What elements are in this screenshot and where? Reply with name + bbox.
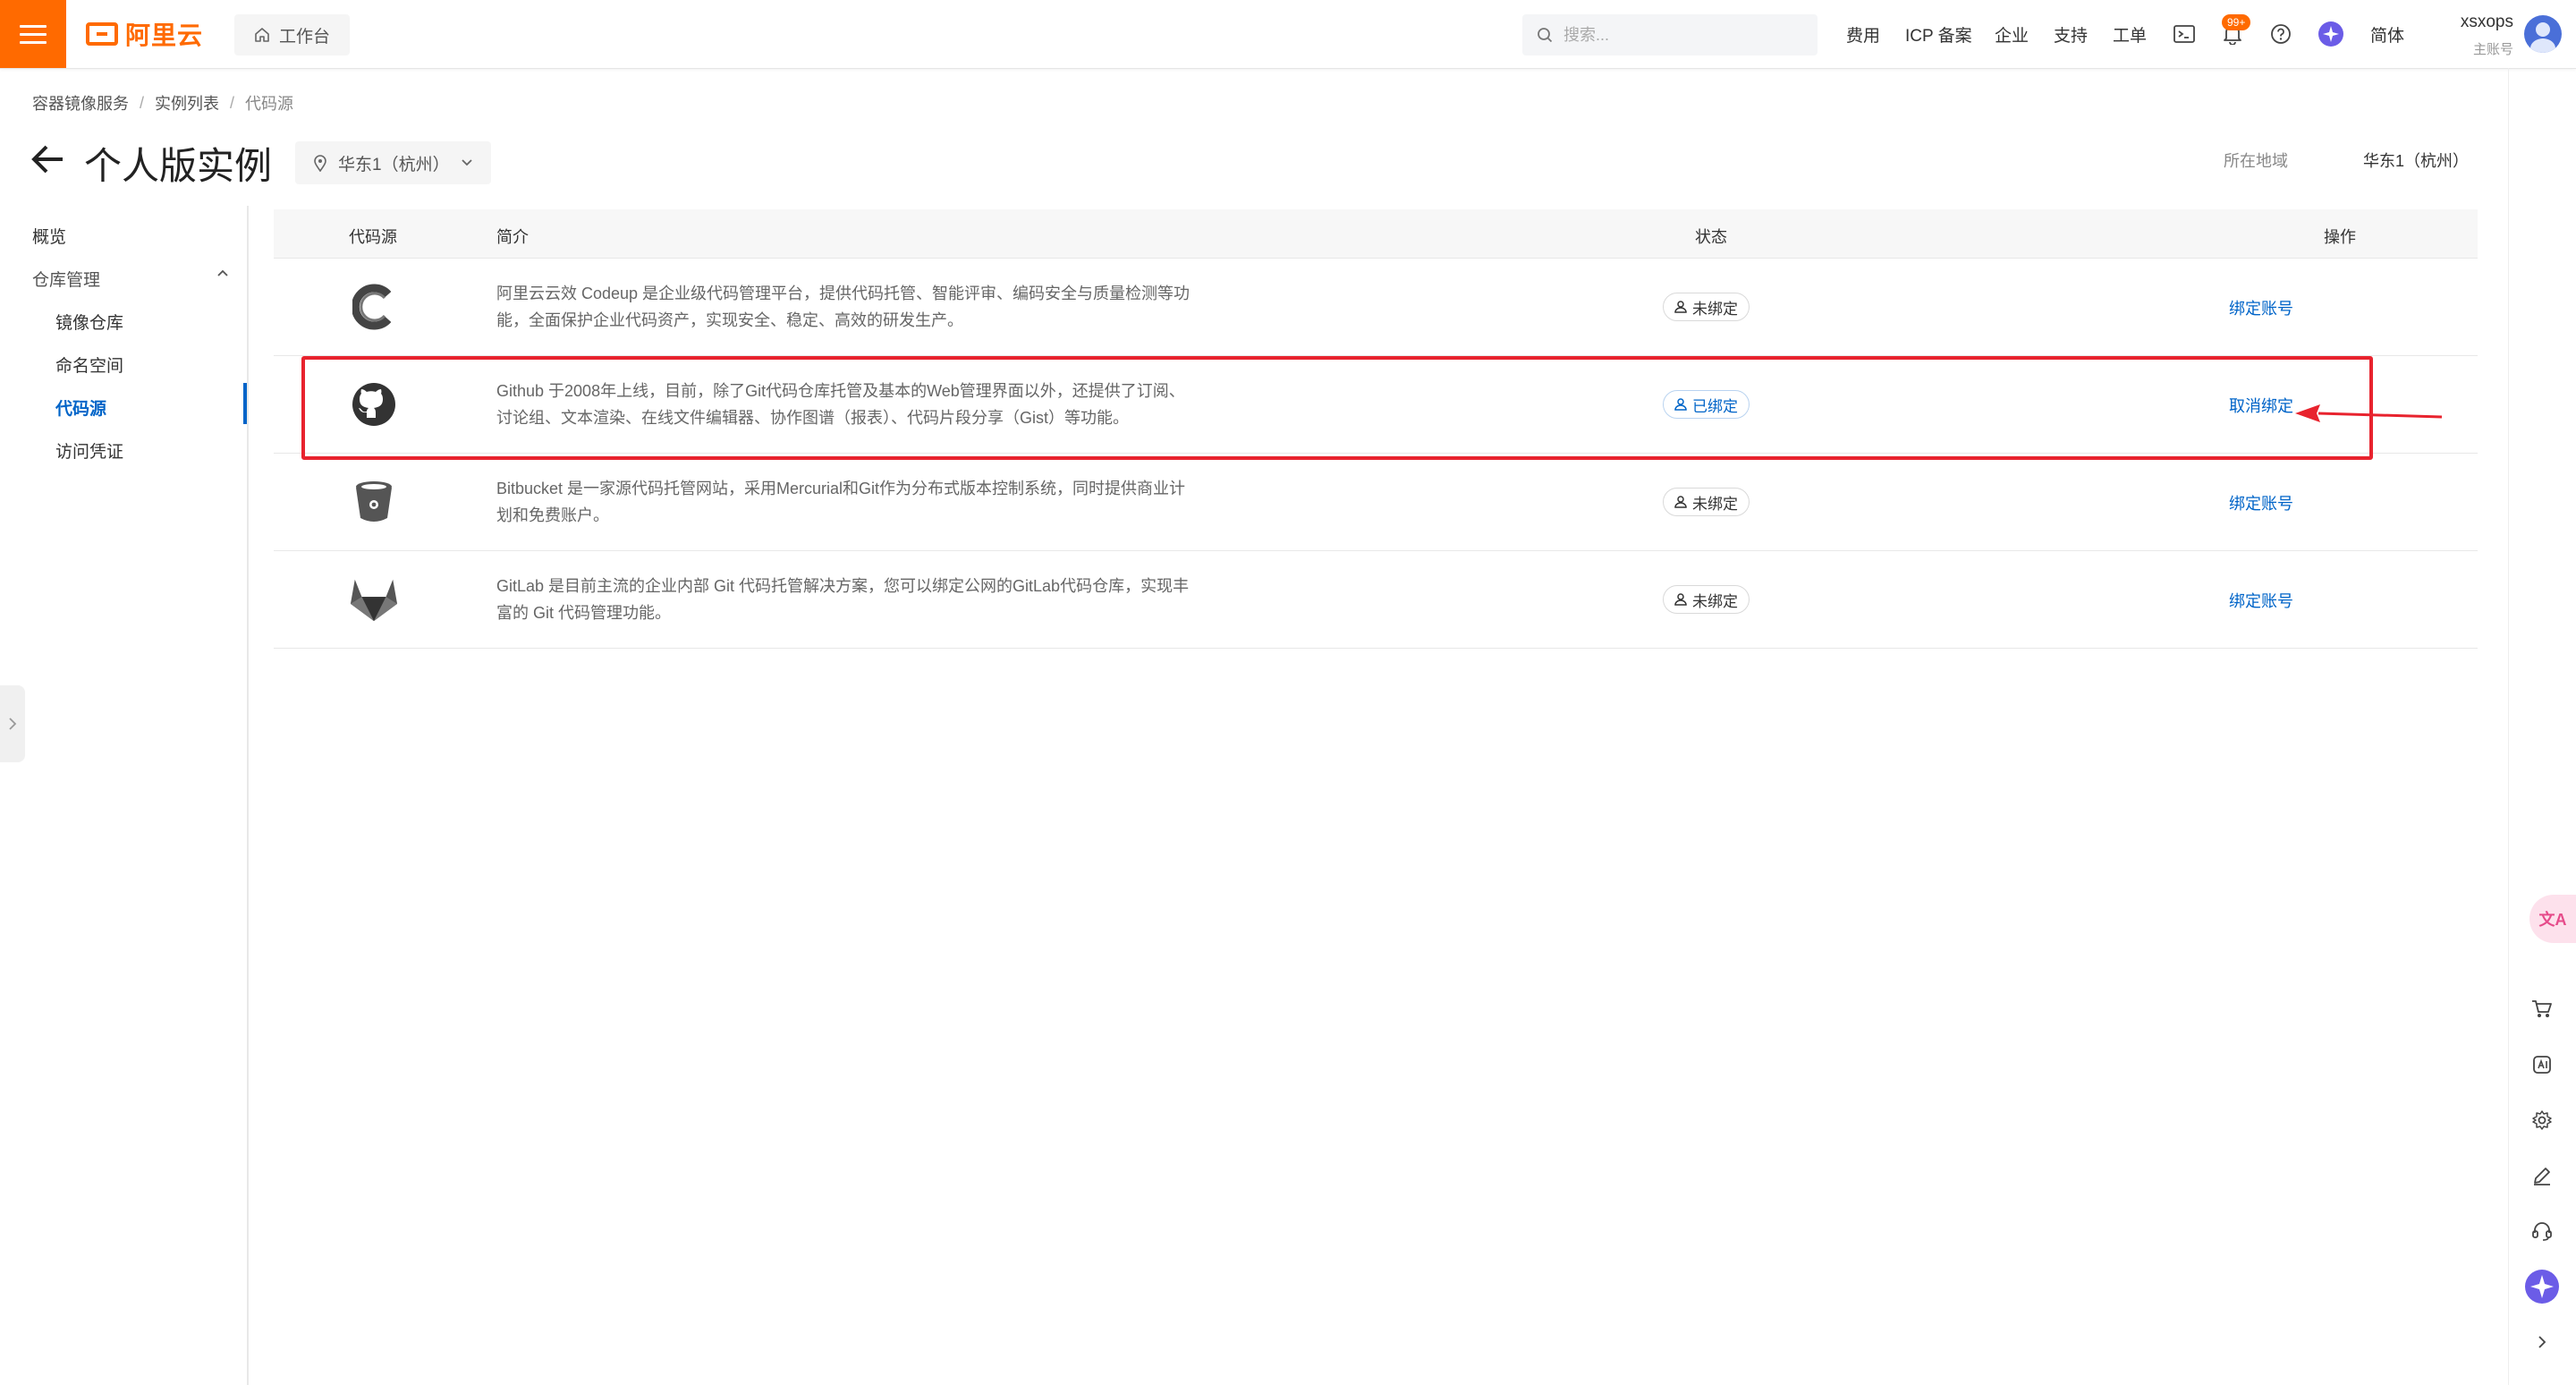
table-header: 代码源 简介 状态 操作: [274, 209, 2478, 259]
bind-account-link[interactable]: 绑定账号: [2229, 296, 2293, 319]
region-select[interactable]: 华东1（杭州）: [295, 141, 491, 184]
edit-icon[interactable]: [2522, 1156, 2562, 1195]
nav-billing[interactable]: 费用: [1846, 0, 1880, 68]
user-name[interactable]: xsxops: [2461, 13, 2513, 32]
column-header-status: 状态: [1695, 228, 1727, 246]
translate-label: 文A: [2538, 911, 2567, 929]
column-header-action: 操作: [2324, 228, 2356, 246]
table-row: 阿里云云效 Codeup 是企业级代码管理平台，提供代码托管、智能评审、编码安全…: [274, 259, 2478, 356]
aliyun-logo[interactable]: 阿里云: [86, 18, 203, 50]
workbench-button[interactable]: 工作台: [234, 14, 351, 55]
bind-account-link[interactable]: 绑定账号: [2229, 589, 2293, 612]
search-input[interactable]: [1562, 24, 1798, 46]
row-description: Bitbucket 是一家源代码托管网站，采用Mercurial和Git作为分布…: [496, 480, 1186, 524]
nav-support[interactable]: 支持: [2054, 0, 2088, 68]
home-icon: [255, 28, 269, 42]
column-header-description: 简介: [496, 228, 529, 246]
status-badge: 未绑定: [1663, 293, 1750, 321]
breadcrumb-instances[interactable]: 实例列表: [155, 91, 219, 115]
global-search[interactable]: [1522, 14, 1818, 55]
headset-icon[interactable]: [2522, 1211, 2562, 1251]
breadcrumb-registry[interactable]: 容器镜像服务: [32, 91, 129, 115]
sidebar-active-indicator: [243, 383, 247, 424]
nav-icp[interactable]: ICP 备案: [1905, 0, 1972, 68]
chevron-down-icon: [461, 159, 472, 166]
sidebar-group-repo-management[interactable]: 仓库管理: [32, 267, 100, 291]
status-badge: 未绑定: [1663, 585, 1750, 614]
workbench-label: 工作台: [279, 27, 331, 47]
user-icon: [1674, 301, 1687, 313]
bitbucket-icon: [349, 477, 399, 527]
highlight-box: [301, 356, 2373, 460]
row-description: GitLab 是目前主流的企业内部 Git 代码托管解决方案，您可以绑定公网的G…: [496, 577, 1190, 622]
sidebar-item-credentials[interactable]: 访问凭证: [55, 438, 123, 463]
row-description: 阿里云云效 Codeup 是企业级代码管理平台，提供代码托管、智能评审、编码安全…: [496, 285, 1191, 329]
sidebar-item-code-source[interactable]: 代码源: [55, 395, 106, 420]
status-badge: 未绑定: [1663, 488, 1750, 516]
gitlab-icon: [349, 574, 399, 625]
bind-account-link[interactable]: 绑定账号: [2229, 491, 2293, 514]
chevron-right-icon[interactable]: [2522, 1322, 2562, 1362]
aliyun-logo-mark: [86, 22, 118, 46]
table-row: Bitbucket 是一家源代码托管网站，采用Mercurial和Git作为分布…: [274, 454, 2478, 551]
nav-enterprise[interactable]: 企业: [1995, 0, 2029, 68]
sidebar-item-namespaces[interactable]: 命名空间: [55, 353, 123, 377]
sidebar-item-overview[interactable]: 概览: [32, 224, 66, 248]
page-title: 个人版实例: [84, 145, 273, 187]
terminal-icon[interactable]: [2170, 20, 2199, 48]
menu-icon[interactable]: [0, 0, 66, 68]
table-row: GitLab 是目前主流的企业内部 Git 代码托管解决方案，您可以绑定公网的G…: [274, 551, 2478, 649]
status-text: 未绑定: [1692, 592, 1738, 610]
location-icon: [314, 155, 326, 172]
sidebar-item-image-repos[interactable]: 镜像仓库: [55, 310, 123, 334]
breadcrumb-separator: /: [140, 93, 145, 112]
breadcrumb-separator: /: [230, 93, 235, 112]
translate-button[interactable]: 文A: [2529, 895, 2576, 943]
region-select-value: 华东1（杭州）: [338, 155, 450, 174]
logo-text: 阿里云: [125, 21, 204, 49]
breadcrumb: 容器镜像服务 / 实例列表 / 代码源: [32, 91, 293, 115]
language-switch[interactable]: 简体: [2370, 0, 2404, 68]
notification-badge: 99+: [2222, 14, 2251, 30]
status-text: 未绑定: [1692, 495, 1738, 513]
avatar[interactable]: [2524, 15, 2562, 53]
codeup-icon: [349, 282, 399, 332]
column-header-source: 代码源: [349, 228, 397, 246]
top-navigation-bar: 阿里云 工作台 费用 ICP 备案 企业 支持 工单 99+ 简体 xsxops…: [0, 0, 2576, 69]
chevron-up-icon[interactable]: [216, 268, 229, 277]
ai-assistant-icon[interactable]: [2522, 1045, 2562, 1084]
help-icon[interactable]: [2267, 20, 2295, 48]
expand-handle[interactable]: [0, 685, 25, 762]
breadcrumb-current: 代码源: [245, 95, 294, 113]
region-value: 华东1（杭州）: [2362, 152, 2469, 170]
chevron-right-icon: [9, 718, 17, 730]
region-label: 所在地域: [2224, 152, 2288, 170]
status-text: 未绑定: [1692, 300, 1738, 318]
user-icon: [1674, 593, 1687, 606]
user-role: 主账号: [2472, 42, 2513, 57]
cart-icon[interactable]: [2522, 990, 2562, 1029]
ai-assistant-icon[interactable]: [2317, 20, 2345, 48]
settings-icon[interactable]: [2522, 1100, 2562, 1140]
annotation-arrow-icon: [2295, 404, 2443, 422]
user-icon: [1674, 496, 1687, 508]
sparkle-icon[interactable]: [2522, 1267, 2562, 1306]
nav-ticket[interactable]: 工单: [2113, 0, 2147, 68]
back-arrow-icon[interactable]: [30, 143, 66, 180]
search-icon: [1538, 28, 1553, 43]
sidebar: [0, 206, 249, 1385]
